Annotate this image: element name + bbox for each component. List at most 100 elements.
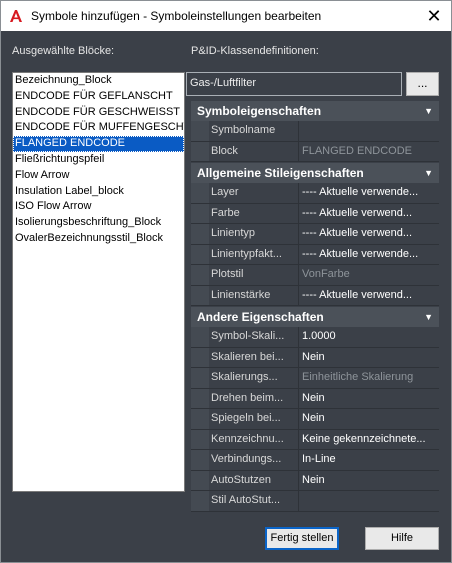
- selected-blocks-label: Ausgewählte Blöcke:: [12, 45, 115, 57]
- property-value: VonFarbe: [298, 265, 439, 285]
- block-list-item[interactable]: FLANGED ENDCODE: [13, 136, 184, 152]
- property-key: Farbe: [211, 206, 240, 219]
- property-row[interactable]: Linientypfakt... ---- Aktuelle verwende..…: [191, 244, 439, 265]
- property-value[interactable]: Nein: [298, 470, 439, 490]
- row-gutter: [191, 203, 209, 223]
- block-list-item[interactable]: ISO Flow Arrow: [13, 199, 184, 215]
- property-row[interactable]: Spiegeln bei... Nein: [191, 409, 439, 430]
- close-button[interactable]: ✕: [417, 1, 451, 31]
- property-value[interactable]: 1.0000: [298, 327, 439, 347]
- property-row[interactable]: Skalierungs... Einheitliche Skalierung: [191, 368, 439, 389]
- block-list-item[interactable]: Insulation Label_block: [13, 184, 184, 200]
- row-gutter: [191, 450, 209, 470]
- section-title: Andere Eigenschaften: [197, 310, 324, 324]
- row-gutter: [191, 409, 209, 429]
- property-key: Linientyp: [211, 227, 256, 239]
- window-title: Symbole hinzufügen - Symboleinstellungen…: [31, 9, 322, 23]
- property-value[interactable]: ---- Aktuelle verwende...: [298, 244, 439, 264]
- property-value[interactable]: [298, 491, 439, 511]
- property-key: Spiegeln bei...: [211, 412, 281, 424]
- property-row[interactable]: Skalieren bei... Nein: [191, 347, 439, 368]
- property-row[interactable]: Verbindungs... In-Line: [191, 450, 439, 471]
- property-key: Symbolname: [211, 124, 276, 136]
- property-row[interactable]: Stil AutoStut...: [191, 491, 439, 512]
- browse-class-button[interactable]: ...: [406, 72, 439, 96]
- property-row[interactable]: Symbolname: [191, 121, 439, 142]
- dialog-window: Symbole hinzufügen - Symboleinstellungen…: [0, 0, 452, 563]
- row-gutter: [191, 327, 209, 347]
- row-gutter: [191, 141, 209, 161]
- property-value[interactable]: Nein: [298, 388, 439, 408]
- help-button[interactable]: Hilfe: [365, 527, 439, 550]
- property-row[interactable]: Block FLANGED ENDCODE: [191, 141, 439, 162]
- property-key: Symbol-Skali...: [211, 330, 285, 342]
- collapse-chevron-icon[interactable]: ▼: [424, 101, 433, 121]
- row-gutter: [191, 183, 209, 203]
- property-row[interactable]: Linienstärke ---- Aktuelle verwend...: [191, 285, 439, 306]
- block-list-item[interactable]: ENDCODE FÜR GEFLANSCHT: [13, 89, 184, 105]
- section-title: Allgemeine Stileigenschaften: [197, 166, 364, 180]
- pid-class-definitions-label: P&ID-Klassendefinitionen:: [191, 45, 319, 57]
- property-row[interactable]: Linientyp ---- Aktuelle verwend...: [191, 224, 439, 245]
- property-value: FLANGED ENDCODE: [298, 141, 439, 161]
- selected-blocks-list[interactable]: Bezeichnung_Block ENDCODE FÜR GEFLANSCHT E…: [12, 72, 185, 492]
- property-row[interactable]: AutoStutzen Nein: [191, 470, 439, 491]
- row-gutter: [191, 491, 209, 511]
- property-value[interactable]: ---- Aktuelle verwende...: [298, 183, 439, 203]
- property-value[interactable]: Nein: [298, 347, 439, 367]
- property-key: Plotstil: [211, 268, 244, 280]
- property-value[interactable]: ---- Aktuelle verwend...: [298, 224, 439, 244]
- class-definition-field[interactable]: Gas-/Luftfilter: [186, 72, 402, 96]
- property-key: AutoStutzen: [211, 473, 271, 486]
- property-key: Linientypfakt...: [211, 247, 282, 260]
- section-header[interactable]: Symboleigenschaften ▼: [191, 101, 439, 121]
- property-value[interactable]: Keine gekennzeichnete...: [298, 429, 439, 449]
- block-list-item[interactable]: OvalerBezeichnungsstil_Block: [13, 231, 184, 247]
- row-gutter: [191, 429, 209, 449]
- block-list-item[interactable]: ENDCODE FÜR MUFFENGESCHWEI: [13, 120, 184, 136]
- property-row[interactable]: Plotstil VonFarbe: [191, 265, 439, 286]
- property-value[interactable]: ---- Aktuelle verwend...: [298, 203, 439, 223]
- property-key: Skalieren bei...: [211, 350, 284, 363]
- block-list-item[interactable]: Isolierungsbeschriftung_Block: [13, 215, 184, 231]
- collapse-chevron-icon[interactable]: ▼: [424, 307, 433, 327]
- row-gutter: [191, 285, 209, 305]
- property-value[interactable]: ---- Aktuelle verwend...: [298, 285, 439, 305]
- property-key: Kennzeichnu...: [211, 432, 284, 445]
- property-key: Drehen beim...: [211, 391, 284, 404]
- block-list-item[interactable]: ENDCODE FÜR GESCHWEISST: [13, 105, 184, 121]
- block-list-item[interactable]: Bezeichnung_Block: [13, 73, 184, 89]
- title-bar: Symbole hinzufügen - Symboleinstellungen…: [1, 1, 451, 31]
- property-key: Linienstärke: [211, 288, 271, 301]
- property-row[interactable]: Farbe ---- Aktuelle verwend...: [191, 203, 439, 224]
- row-gutter: [191, 470, 209, 490]
- section-header[interactable]: Allgemeine Stileigenschaften ▼: [191, 163, 439, 183]
- property-key: Verbindungs...: [211, 453, 282, 465]
- properties-grid: Symboleigenschaften ▼ Symbolname Block FLANG…: [191, 100, 439, 512]
- property-value[interactable]: Nein: [298, 409, 439, 429]
- row-gutter: [191, 265, 209, 285]
- property-key: Stil AutoStut...: [211, 494, 281, 506]
- section-header[interactable]: Andere Eigenschaften ▼: [191, 307, 439, 327]
- property-row[interactable]: Symbol-Skali... 1.0000: [191, 327, 439, 348]
- block-list-item[interactable]: Fließrichtungspfeil: [13, 152, 184, 168]
- property-value[interactable]: In-Line: [298, 450, 439, 470]
- autocad-app-icon: [10, 10, 22, 22]
- property-row[interactable]: Layer ---- Aktuelle verwende...: [191, 183, 439, 204]
- property-row[interactable]: Kennzeichnu... Keine gekennzeichnete...: [191, 429, 439, 450]
- block-list-item[interactable]: Flow Arrow: [13, 168, 184, 184]
- property-key: Block: [211, 144, 238, 157]
- finish-button[interactable]: Fertig stellen: [265, 527, 339, 550]
- property-value[interactable]: [298, 121, 439, 141]
- property-key: Skalierungs...: [211, 371, 278, 383]
- property-row[interactable]: Drehen beim... Nein: [191, 388, 439, 409]
- property-value: Einheitliche Skalierung: [298, 368, 439, 388]
- property-key: Layer: [211, 186, 239, 198]
- row-gutter: [191, 347, 209, 367]
- row-gutter: [191, 224, 209, 244]
- row-gutter: [191, 388, 209, 408]
- row-gutter: [191, 244, 209, 264]
- row-gutter: [191, 121, 209, 141]
- section-title: Symboleigenschaften: [197, 104, 322, 118]
- collapse-chevron-icon[interactable]: ▼: [424, 163, 433, 183]
